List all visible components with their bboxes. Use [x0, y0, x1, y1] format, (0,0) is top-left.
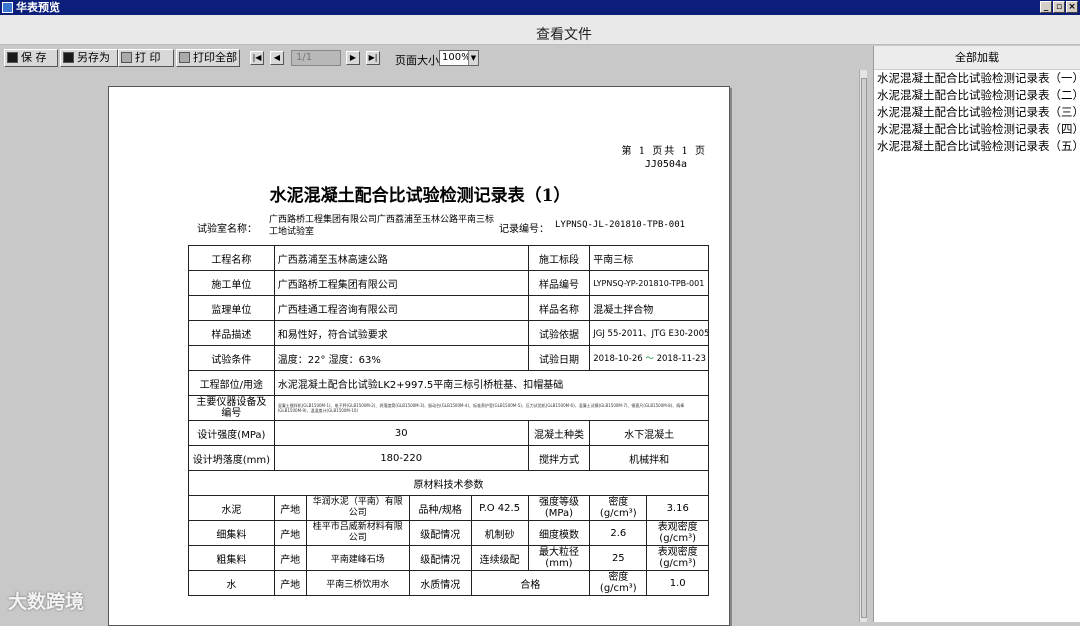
table-row: 原材料技术参数 [188, 470, 709, 496]
table-row: 试验条件 温度：22° 湿度：63% 试验日期 2018-10-26 ～ 201… [188, 345, 709, 371]
save-icon [7, 52, 18, 63]
print-button[interactable]: 打 印 [118, 49, 174, 67]
list-item[interactable]: 水泥混凝土配合比试验检测记录表（二） [874, 87, 1080, 104]
list-item[interactable]: 水泥混凝土配合比试验检测记录表（四） [874, 121, 1080, 138]
save-button[interactable]: 保 存 [4, 49, 58, 67]
save-as-icon [63, 52, 74, 63]
page-info: 第 1 页共 1 页 [621, 146, 707, 157]
table-row: 样品描述 和易性好，符合试验要求 试验依据 JGJ 55-2011、JTG E3… [188, 320, 709, 346]
toolbar: 保 存 另存为 打 印 打印全部 |◀ ◀ 1/1 ▶ ▶| 页面大小 100%… [0, 46, 866, 70]
list-item[interactable]: 水泥混凝土配合比试验检测记录表（三） [874, 104, 1080, 121]
print-icon [121, 52, 132, 63]
record-table: 工程名称 广西荔浦至玉林高速公路 施工标段 平南三标 施工单位 广西路桥工程集团… [188, 245, 710, 596]
viewer-scrollbar[interactable] [859, 70, 867, 622]
window-titlebar: 华表预览 _ ▫ × [0, 0, 1080, 15]
restore-button[interactable]: ▫ [1053, 1, 1065, 13]
page-number-input[interactable]: 1/1 [291, 50, 341, 66]
table-row: 设计强度(MPa) 30 混凝土种类 水下混凝土 [188, 420, 709, 446]
table-row: 水泥 产地 华润水泥（平南）有限公司 品种/规格 P.O 42.5 强度等级(M… [188, 495, 709, 521]
list-item[interactable]: 水泥混凝土配合比试验检测记录表（一） [874, 70, 1080, 87]
list-item[interactable]: 水泥混凝土配合比试验检测记录表（五） [874, 138, 1080, 155]
header: 查看文件 [0, 15, 1080, 45]
save-as-button[interactable]: 另存为 [60, 49, 118, 67]
lab-name-label: 试验室名称： [197, 224, 257, 235]
close-button[interactable]: × [1066, 1, 1078, 13]
table-row: 施工单位 广西路桥工程集团有限公司 样品编号 LYPNSQ-YP-201810-… [188, 270, 709, 296]
load-all-button[interactable]: 全部加载 [874, 46, 1080, 70]
last-page-button[interactable]: ▶| [366, 51, 380, 65]
table-row: 主要仪器设备及编号 混凝土搅拌机(GLB1500M-1)、电子秤(GLB1500… [188, 395, 710, 421]
table-row: 监理单位 广西桂通工程咨询有限公司 样品名称 混凝土拌合物 [188, 295, 709, 321]
zoom-label: 页面大小 [395, 54, 439, 67]
minimize-button[interactable]: _ [1040, 1, 1052, 13]
window-controls: _ ▫ × [1040, 1, 1078, 13]
scrollbar-thumb[interactable] [861, 78, 867, 618]
page-title: 查看文件 [536, 27, 592, 43]
window-title: 华表预览 [16, 1, 60, 14]
prev-page-button[interactable]: ◀ [270, 51, 284, 65]
document-title: 水泥混凝土配合比试验检测记录表（1） [269, 186, 571, 206]
print-all-icon [179, 52, 190, 63]
record-no-value: LYPNSQ-JL-201810-TPB-001 [555, 220, 686, 230]
record-no-label: 记录编号： [499, 224, 549, 235]
table-row: 工程名称 广西荔浦至玉林高速公路 施工标段 平南三标 [188, 245, 709, 271]
table-row: 设计坍落度(mm) 180-220 搅拌方式 机械拌和 [188, 445, 709, 471]
document-page: 第 1 页共 1 页 JJ0504a 水泥混凝土配合比试验检测记录表（1） 试验… [108, 86, 730, 626]
file-list-panel: 全部加载 水泥混凝土配合比试验检测记录表（一） 水泥混凝土配合比试验检测记录表（… [873, 46, 1080, 622]
table-row: 工程部位/用途 水泥混凝土配合比试验LK2+997.5平南三标引桥桩基、扣帽基础 [188, 370, 710, 396]
zoom-select[interactable]: 100% ▼ [439, 50, 479, 66]
chevron-down-icon: ▼ [468, 51, 478, 65]
watermark: 大数跨境 [8, 591, 85, 613]
table-row: 细集料 产地 桂平市吕威新材料有限公司 级配情况 机制砂 细度模数 2.6 表观… [188, 520, 709, 546]
form-code: JJ0504a [644, 159, 687, 170]
print-all-button[interactable]: 打印全部 [176, 49, 240, 67]
table-row: 粗集料 产地 平南建峰石场 级配情况 连续级配 最大粒径(mm) 25 表观密度… [188, 545, 709, 571]
table-row: 水 产地 平南三桥饮用水 水质情况 合格 密度(g/cm³) 1.0 [188, 570, 709, 596]
lab-name-value: 广西路桥工程集团有限公司广西荔浦至玉林公路平南三标工地试验室 [269, 215, 495, 237]
next-page-button[interactable]: ▶ [346, 51, 360, 65]
app-icon [2, 2, 13, 13]
first-page-button[interactable]: |◀ [250, 51, 264, 65]
